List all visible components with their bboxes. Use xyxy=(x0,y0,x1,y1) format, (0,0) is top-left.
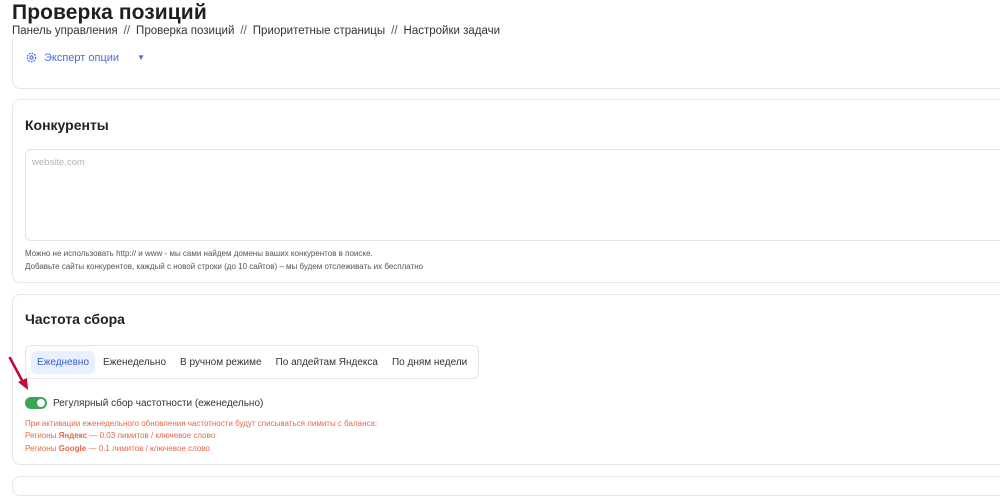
yandex-limits-note: Регионы Яндекс — 0.03 лимитов / ключевое… xyxy=(25,431,215,440)
tab-manual[interactable]: В ручном режиме xyxy=(174,351,268,374)
annotation-arrow-icon xyxy=(8,356,28,390)
google-limits-note: Регионы Google — 0.1 лимитов / ключевое … xyxy=(25,444,210,453)
weekly-frequency-label: Регулярный сбор частотности (еженедельно… xyxy=(53,397,264,409)
regions-label: Регионы xyxy=(25,431,57,440)
breadcrumb-separator: // xyxy=(240,25,247,37)
competitors-hint-1: Можно не использовать http:// и www - мы… xyxy=(25,249,373,258)
page-title: Проверка позиций xyxy=(12,1,207,24)
google-limit-value: — 0.1 лимитов / ключевое слово xyxy=(88,444,210,453)
competitors-textarea[interactable]: website.com xyxy=(25,149,1000,241)
breadcrumb-separator: // xyxy=(391,25,398,37)
expert-options-toggle[interactable]: Эксперт опции ▼ xyxy=(25,51,145,64)
breadcrumb-item-task-settings: Настройки задачи xyxy=(403,25,501,37)
breadcrumb-item-position-check[interactable]: Проверка позиций xyxy=(136,25,234,37)
breadcrumb-item-priority-pages[interactable]: Приоритетные страницы xyxy=(253,25,385,37)
breadcrumb-separator: // xyxy=(123,25,131,37)
google-engine: Google xyxy=(58,444,87,453)
toggle-knob xyxy=(37,399,45,407)
tab-weekly[interactable]: Еженедельно xyxy=(97,351,172,374)
weekly-frequency-toggle[interactable] xyxy=(25,397,47,409)
breadcrumb: Панель управления // Проверка позиций // При… xyxy=(12,25,500,37)
competitors-title: Конкуренты xyxy=(25,117,109,133)
yandex-engine: Яндекс xyxy=(58,431,88,440)
chevron-down-icon: ▼ xyxy=(137,53,145,62)
frequency-switch-row: Регулярный сбор частотности (еженедельно… xyxy=(25,397,263,409)
breadcrumb-item-dashboard[interactable]: Панель управления xyxy=(12,25,118,37)
expert-options-label: Эксперт опции xyxy=(44,51,120,64)
yandex-limit-value: — 0.03 лимитов / ключевое слово xyxy=(89,431,216,440)
competitors-card: Конкуренты website.com Можно не использо… xyxy=(12,99,1000,283)
competitors-hint-2: Добавьте сайты конкурентов, каждый с нов… xyxy=(25,262,424,271)
limits-warning: При активации еженедельного обновления ч… xyxy=(25,419,378,428)
frequency-title: Частота сбора xyxy=(25,311,125,327)
tab-weekdays[interactable]: По дням недели xyxy=(386,351,473,374)
frequency-card: Частота сбора Ежедневно Еженедельно В ру… xyxy=(12,294,1000,465)
regions-label: Регионы xyxy=(25,444,57,453)
frequency-tabs: Ежедневно Еженедельно В ручном режиме По… xyxy=(25,345,480,379)
next-section-card xyxy=(12,476,1000,496)
tab-yandex-updates[interactable]: По апдейтам Яндекса xyxy=(270,351,384,374)
expert-options-card: Эксперт опции ▼ xyxy=(12,38,1000,89)
gear-icon xyxy=(26,52,37,63)
tab-daily[interactable]: Ежедневно xyxy=(31,350,96,374)
